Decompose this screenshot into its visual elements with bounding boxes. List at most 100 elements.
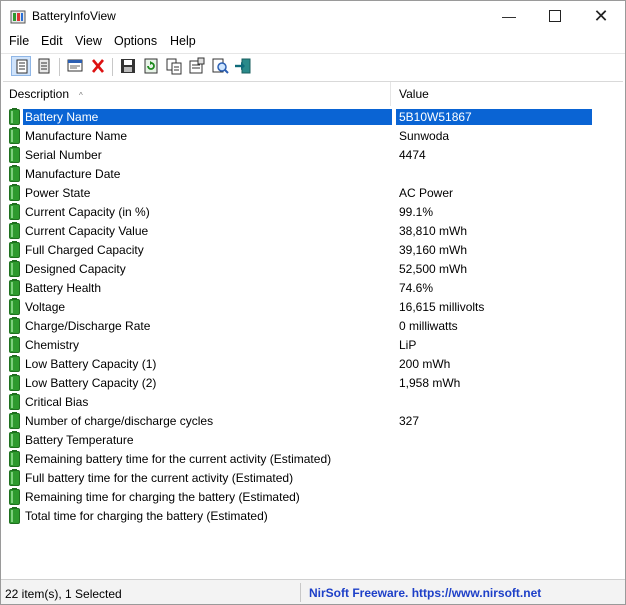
list-row[interactable]: Battery Temperature — [3, 430, 623, 449]
battery-icon — [9, 260, 20, 277]
row-description: Full Charged Capacity — [25, 243, 144, 257]
row-description: Manufacture Name — [25, 129, 128, 143]
list-row[interactable]: Voltage 16,615 millivolts — [3, 297, 623, 316]
list-row[interactable]: Total time for charging the battery (Est… — [3, 506, 623, 525]
row-description: Charge/Discharge Rate — [25, 319, 151, 333]
maximize-button[interactable] — [532, 1, 578, 32]
list-row[interactable]: Low Battery Capacity (1) 200 mWh — [3, 354, 623, 373]
battery-icon — [9, 317, 20, 334]
row-description: Current Capacity (in %) — [25, 205, 150, 219]
list-row[interactable]: Current Capacity Value 38,810 mWh — [3, 221, 623, 240]
status-divider — [300, 583, 301, 602]
row-value: 4474 — [399, 148, 426, 162]
battery-icon — [9, 507, 20, 524]
list-row[interactable]: Power State AC Power — [3, 183, 623, 202]
list-row[interactable]: Full battery time for the current activi… — [3, 468, 623, 487]
column-header-description[interactable]: Description ^ — [3, 82, 391, 106]
close-button[interactable]: ✕ — [578, 1, 624, 32]
list-row[interactable]: Chemistry LiP — [3, 335, 623, 354]
copy-button[interactable] — [164, 56, 184, 76]
row-value: Sunwoda — [399, 129, 450, 143]
maximize-icon — [549, 10, 561, 23]
menu-options[interactable]: Options — [114, 34, 157, 48]
document-lines-icon — [16, 59, 28, 74]
list-row[interactable]: Current Capacity (in %) 99.1% — [3, 202, 623, 221]
row-description: Battery Health — [25, 281, 102, 295]
list-row[interactable]: Remaining time for charging the battery … — [3, 487, 623, 506]
battery-icon — [9, 488, 20, 505]
row-value: 5B10W51867 — [396, 109, 592, 125]
refresh-button[interactable] — [141, 56, 161, 76]
list-row[interactable]: Low Battery Capacity (2) 1,958 mWh — [3, 373, 623, 392]
column-header-description-label: Description — [9, 87, 70, 101]
row-value: 1,958 mWh — [399, 376, 461, 390]
html-report-button[interactable] — [11, 56, 31, 76]
list-row[interactable]: Manufacture Name Sunwoda — [3, 126, 623, 145]
row-value — [396, 470, 402, 486]
red-x-icon — [92, 59, 104, 73]
menu-edit[interactable]: Edit — [41, 34, 63, 48]
row-value: 38,810 mWh — [399, 224, 468, 238]
column-header-value[interactable]: Value — [393, 82, 623, 106]
status-bar: 22 item(s), 1 Selected NirSoft Freeware.… — [1, 579, 625, 604]
battery-icon — [9, 374, 20, 391]
battery-icon — [9, 184, 20, 201]
row-description: Manufacture Date — [25, 167, 121, 181]
title-bar[interactable]: BatteryInfoView — ✕ — [1, 1, 625, 32]
battery-icon — [9, 393, 20, 410]
list-row[interactable]: Battery Name 5B10W51867 — [3, 107, 623, 126]
list-row[interactable]: Serial Number 4474 — [3, 145, 623, 164]
row-description: Low Battery Capacity (2) — [25, 376, 157, 390]
list-row[interactable]: Designed Capacity 52,500 mWh — [3, 259, 623, 278]
battery-icon — [9, 146, 20, 163]
row-value — [396, 432, 402, 448]
row-value: 52,500 mWh — [399, 262, 468, 276]
row-value: 74.6% — [399, 281, 434, 295]
refresh-icon — [144, 58, 158, 74]
save-button[interactable] — [118, 56, 138, 76]
row-description: Serial Number — [25, 148, 102, 162]
battery-icon — [9, 222, 20, 239]
row-value: 39,160 mWh — [399, 243, 468, 257]
menu-file[interactable]: File — [9, 34, 29, 48]
list-row[interactable]: Charge/Discharge Rate 0 milliwatts — [3, 316, 623, 335]
row-description: Chemistry — [25, 338, 80, 352]
exit-door-icon — [235, 58, 251, 74]
window-title: BatteryInfoView — [32, 9, 116, 23]
battery-info-list[interactable]: Description ^ Value Battery Name 5B10W5186… — [3, 81, 623, 579]
delete-button[interactable] — [88, 56, 108, 76]
row-description: Remaining battery time for the current a… — [25, 452, 332, 466]
properties-window-button[interactable] — [65, 56, 85, 76]
list-row[interactable]: Number of charge/discharge cycles 327 — [3, 411, 623, 430]
battery-icon — [9, 108, 20, 125]
row-description: Critical Bias — [25, 395, 89, 409]
list-row[interactable]: Remaining battery time for the current a… — [3, 449, 623, 468]
floppy-disk-icon — [121, 59, 135, 73]
row-value: 200 mWh — [399, 357, 451, 371]
row-description: Power State — [25, 186, 91, 200]
menu-view[interactable]: View — [75, 34, 102, 48]
row-value — [396, 489, 402, 505]
menu-bar: File Edit View Options Help — [1, 32, 625, 52]
battery-icon — [9, 431, 20, 448]
list-row[interactable]: Full Charged Capacity 39,160 mWh — [3, 240, 623, 259]
menu-help[interactable]: Help — [170, 34, 196, 48]
battery-icon — [9, 355, 20, 372]
close-icon: ✕ — [593, 6, 609, 26]
row-value: AC Power — [399, 186, 454, 200]
find-button[interactable] — [210, 56, 230, 76]
row-description: Battery Name — [23, 109, 392, 125]
window-icon — [67, 59, 83, 72]
battery-icon — [9, 279, 20, 296]
log-view-button[interactable] — [34, 56, 54, 76]
battery-icon — [9, 298, 20, 315]
list-row[interactable]: Battery Health 74.6% — [3, 278, 623, 297]
list-row[interactable]: Critical Bias — [3, 392, 623, 411]
minimize-button[interactable]: — — [486, 1, 532, 32]
exit-button[interactable] — [233, 56, 253, 76]
minimize-icon: — — [502, 8, 516, 24]
nirsoft-link[interactable]: NirSoft Freeware. https://www.nirsoft.ne… — [309, 586, 541, 600]
properties-button[interactable] — [187, 56, 207, 76]
list-row[interactable]: Manufacture Date — [3, 164, 623, 183]
row-description: Remaining time for charging the battery … — [25, 490, 300, 504]
